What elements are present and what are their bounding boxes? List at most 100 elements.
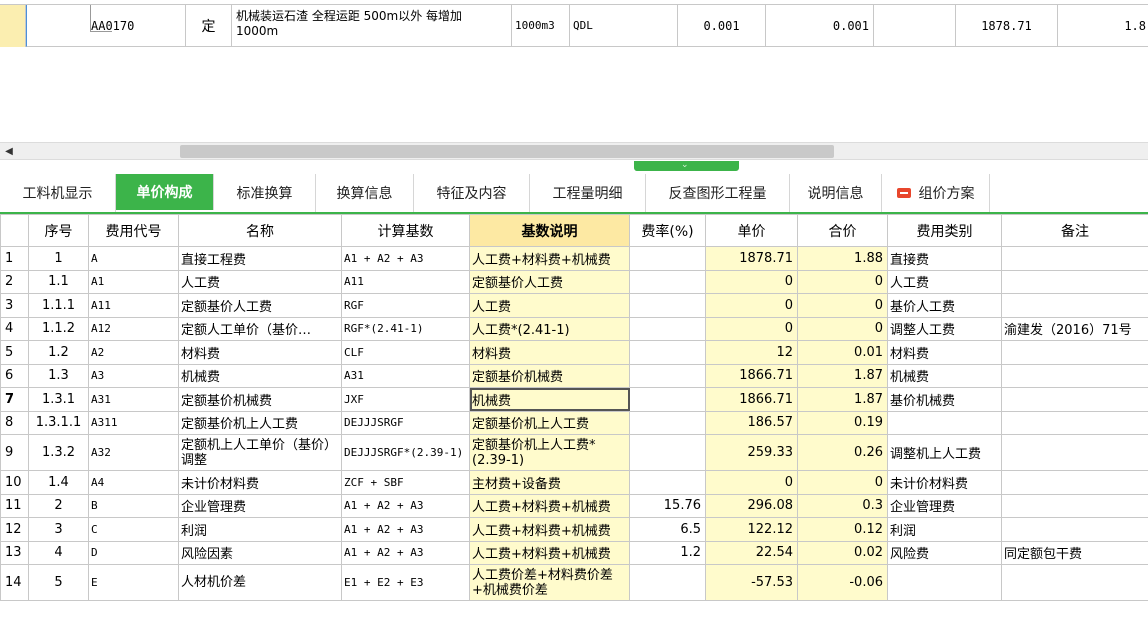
rate-cell[interactable] (629, 410, 706, 435)
rate-cell[interactable] (629, 434, 706, 471)
note-cell[interactable] (1001, 493, 1148, 518)
horizontal-scrollbar[interactable]: ◀ (0, 142, 1148, 160)
column-header-base[interactable]: 计算基数 (341, 214, 470, 247)
seq-cell[interactable]: 1.4 (28, 470, 89, 495)
seq-cell[interactable]: 1.1.1 (28, 293, 89, 318)
item-price[interactable]: 1878.71 (956, 5, 1058, 47)
table-row[interactable]: 6 1.3 A3 机械费 A31 定额基价机械费 1866.71 1.87 机械费 (0, 363, 1148, 388)
table-row[interactable]: 2 1.1 A1 人工费 A11 定额基价人工费 0 0 人工费 (0, 269, 1148, 294)
table-row[interactable]: 10 1.4 A4 未计价材料费 ZCF + SBF 主材费+设备费 0 0 未计价材料费 (0, 470, 1148, 495)
base-desc-cell[interactable]: 人工费+材料费+机械费 (469, 540, 630, 565)
column-header-note[interactable]: 备注 (1001, 214, 1148, 247)
fee-name-cell[interactable]: 定额基价机械费 (178, 387, 342, 412)
seq-cell[interactable]: 5 (28, 564, 89, 601)
fee-name-cell[interactable]: 机械费 (178, 363, 342, 388)
item-unit[interactable]: 1000m3 (512, 5, 570, 47)
note-cell[interactable] (1001, 269, 1148, 294)
tab-labor-material-machine[interactable]: 工料机显示 (0, 174, 116, 212)
table-row[interactable]: 14 5 E 人材机价差 E1 + E2 + E3 人工费价差+材料费价差+机械费价差 -5… (0, 564, 1148, 601)
note-cell[interactable] (1001, 410, 1148, 435)
total-price-cell[interactable]: 0 (797, 470, 888, 495)
item-name[interactable]: 机械装运石渣 全程运距 500m以外 每增加 1000m (232, 5, 512, 47)
note-cell[interactable] (1001, 387, 1148, 412)
fee-category-cell[interactable]: 利润 (887, 517, 1002, 542)
tab-conversion-info[interactable]: 换算信息 (316, 174, 414, 212)
seq-cell[interactable]: 1.2 (28, 340, 89, 365)
unit-price-cell[interactable]: 296.08 (705, 493, 798, 518)
fee-category-cell[interactable]: 调整人工费 (887, 316, 1002, 341)
base-desc-cell[interactable]: 主材费+设备费 (469, 470, 630, 495)
total-price-cell[interactable]: 0 (797, 269, 888, 294)
unit-price-cell[interactable]: 22.54 (705, 540, 798, 565)
base-desc-cell[interactable]: 定额基价机械费 (469, 363, 630, 388)
unit-price-cell[interactable]: 259.33 (705, 434, 798, 471)
unit-price-cell[interactable]: 1878.71 (705, 246, 798, 271)
item-qty2[interactable]: 0.001 (766, 5, 874, 47)
total-price-cell[interactable]: -0.06 (797, 564, 888, 601)
base-desc-cell[interactable]: 人工费价差+材料费价差+机械费价差 (469, 564, 630, 601)
calc-base-cell[interactable]: RGF (341, 293, 470, 318)
seq-cell[interactable]: 1.1 (28, 269, 89, 294)
calc-base-cell[interactable]: A1 + A2 + A3 (341, 246, 470, 271)
unit-price-cell[interactable]: 0 (705, 293, 798, 318)
fee-name-cell[interactable]: 定额人工单价（基价… (178, 316, 342, 341)
unit-price-cell[interactable]: 0 (705, 470, 798, 495)
column-header-seq[interactable]: 序号 (28, 214, 89, 247)
rate-cell[interactable]: 15.76 (629, 493, 706, 518)
fee-code-cell[interactable]: E (88, 564, 179, 601)
unit-price-cell[interactable]: 0 (705, 269, 798, 294)
fee-category-cell[interactable]: 调整机上人工费 (887, 434, 1002, 471)
fee-category-cell[interactable]: 风险费 (887, 540, 1002, 565)
unit-price-cell[interactable]: 0 (705, 316, 798, 341)
table-row[interactable]: 13 4 D 风险因素 A1 + A2 + A3 人工费+材料费+机械费 1.2 22.54 0… (0, 540, 1148, 565)
fee-name-cell[interactable]: 企业管理费 (178, 493, 342, 518)
unit-price-cell[interactable]: 1866.71 (705, 387, 798, 412)
fee-name-cell[interactable]: 材料费 (178, 340, 342, 365)
total-price-cell[interactable]: 0.26 (797, 434, 888, 471)
column-header-rate[interactable]: 费率(%) (629, 214, 706, 247)
fee-category-cell[interactable] (887, 410, 1002, 435)
rate-cell[interactable] (629, 387, 706, 412)
fee-code-cell[interactable]: A11 (88, 293, 179, 318)
fee-code-cell[interactable]: A4 (88, 470, 179, 495)
calc-base-cell[interactable]: A1 + A2 + A3 (341, 517, 470, 542)
fee-name-cell[interactable]: 人材机价差 (178, 564, 342, 601)
base-desc-cell[interactable]: 机械费 (469, 387, 630, 412)
fee-code-cell[interactable]: A2 (88, 340, 179, 365)
scroll-left-icon[interactable]: ◀ (2, 145, 16, 158)
rate-cell[interactable] (629, 316, 706, 341)
fee-name-cell[interactable]: 人工费 (178, 269, 342, 294)
table-row[interactable]: 7 1.3.1 A31 定额基价机械费 JXF 机械费 1866.71 1.87 基价机械费 (0, 387, 1148, 412)
table-row[interactable]: 11 2 B 企业管理费 A1 + A2 + A3 人工费+材料费+机械费 15.76 296… (0, 493, 1148, 518)
unit-price-cell[interactable]: 1866.71 (705, 363, 798, 388)
calc-base-cell[interactable]: CLF (341, 340, 470, 365)
calc-base-cell[interactable]: DEJJJSRGF*(2.39-1) (341, 434, 470, 471)
seq-cell[interactable]: 1.3.2 (28, 434, 89, 471)
seq-cell[interactable]: 1.3.1 (28, 387, 89, 412)
calc-base-cell[interactable]: RGF*(2.41-1) (341, 316, 470, 341)
base-desc-cell[interactable]: 人工费+材料费+机械费 (469, 493, 630, 518)
base-desc-cell[interactable]: 人工费*(2.41-1) (469, 316, 630, 341)
scrollbar-thumb[interactable] (180, 145, 834, 158)
total-price-cell[interactable]: 1.87 (797, 387, 888, 412)
column-header-base-desc[interactable]: 基数说明 (469, 214, 630, 247)
seq-cell[interactable]: 1.3.1.1 (28, 410, 89, 435)
rate-cell[interactable] (629, 340, 706, 365)
item-total[interactable]: 1.8 (1058, 5, 1148, 47)
fee-code-cell[interactable]: A1 (88, 269, 179, 294)
unit-price-cell[interactable]: 12 (705, 340, 798, 365)
tab-pricing-scheme[interactable]: 组价方案 (882, 174, 990, 212)
note-cell[interactable]: 渝建发（2016）71号 (1001, 316, 1148, 341)
calc-base-cell[interactable]: A11 (341, 269, 470, 294)
rate-cell[interactable] (629, 293, 706, 318)
calc-base-cell[interactable]: ZCF + SBF (341, 470, 470, 495)
item-qty1[interactable]: 0.001 (678, 5, 766, 47)
total-price-cell[interactable]: 0 (797, 316, 888, 341)
item-qty-expr[interactable]: QDL (570, 5, 678, 47)
rate-cell[interactable] (629, 363, 706, 388)
rate-cell[interactable] (629, 470, 706, 495)
fee-name-cell[interactable]: 定额机上人工单价（基价）调整 (178, 434, 342, 471)
fee-name-cell[interactable]: 利润 (178, 517, 342, 542)
fee-category-cell[interactable]: 基价机械费 (887, 387, 1002, 412)
column-header-price[interactable]: 单价 (705, 214, 798, 247)
